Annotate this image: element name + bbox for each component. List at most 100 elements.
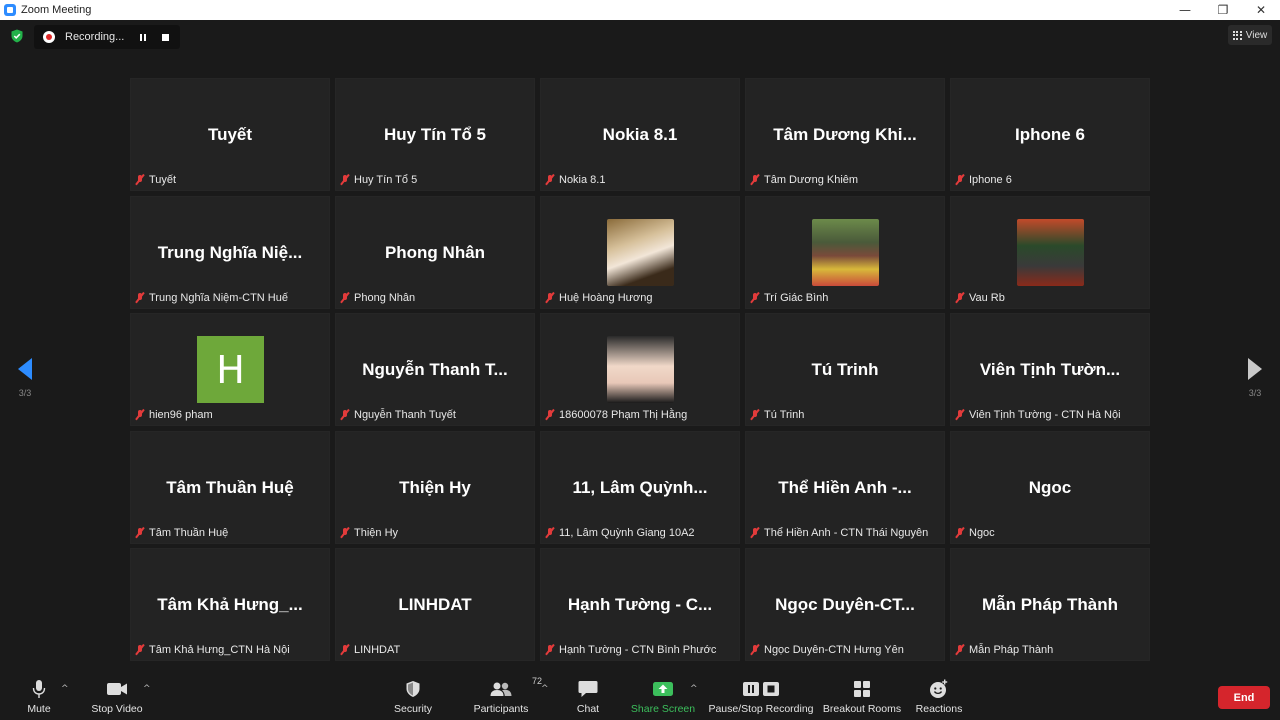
view-button[interactable]: View: [1228, 25, 1272, 45]
participant-display-name: Nokia 8.1: [602, 125, 678, 144]
participants-button[interactable]: 72 Participants: [472, 676, 542, 720]
participant-tile[interactable]: Trí Giác Bình: [745, 195, 945, 309]
participant-name-tag: Huy Tín Tổ 5: [340, 173, 418, 186]
participant-name-tag: hien96 pham: [135, 408, 213, 421]
participant-tile[interactable]: Thiện Hy Thiện Hy: [335, 430, 535, 544]
participant-display-name: Nguyễn Thanh T...: [362, 360, 508, 379]
next-page-button[interactable]: 3/3: [1244, 358, 1266, 398]
end-meeting-button[interactable]: End: [1218, 686, 1270, 709]
minimize-icon[interactable]: —: [1166, 0, 1204, 20]
breakout-rooms-label: Breakout Rooms: [822, 703, 902, 715]
participant-tile[interactable]: 11, Lâm Quỳnh... 11, Lâm Quỳnh Giang 10A2: [540, 430, 740, 544]
participant-name-tag: Tâm Thuần Huệ: [135, 526, 228, 539]
participant-name: Thể Hiền Anh - CTN Thái Nguyên: [764, 526, 929, 539]
muted-mic-icon: [750, 643, 760, 656]
stop-recording-icon[interactable]: [157, 29, 173, 45]
participant-display-name: Tú Trinh: [811, 360, 879, 379]
participant-display-name: Thiện Hy: [399, 477, 471, 497]
participant-tile[interactable]: 18600078 Phạm Thị Hằng: [540, 313, 740, 426]
muted-mic-icon: [955, 643, 965, 656]
chat-bubble-icon: [578, 678, 598, 700]
participant-display-name: Tâm Khả Hưng_...: [157, 595, 303, 614]
security-button[interactable]: Security: [392, 678, 434, 720]
participant-tile[interactable]: Iphone 6 Iphone 6: [950, 78, 1150, 191]
muted-mic-icon: [545, 526, 555, 539]
participant-tile[interactable]: LINHDAT LINHDAT: [335, 548, 535, 661]
video-camera-icon: [106, 678, 128, 700]
reactions-button[interactable]: Reactions: [914, 678, 964, 720]
participant-tile[interactable]: Tâm Khả Hưng_... Tâm Khả Hưng_CTN Hà Nội: [130, 548, 330, 661]
arrow-left-icon: [18, 358, 32, 380]
participant-tile[interactable]: Vau Rb: [950, 195, 1150, 309]
participant-name-tag: Trung Nghĩa Niệm-CTN Huế: [135, 291, 288, 304]
muted-mic-icon: [135, 291, 145, 304]
participant-name-tag: Tâm Khả Hưng_CTN Hà Nội: [135, 643, 290, 656]
participant-name: Nguyễn Thanh Tuyết: [354, 409, 456, 421]
participant-name: hien96 pham: [149, 409, 213, 421]
participant-tile[interactable]: Tâm Dương Khi... Tâm Dương Khiêm: [745, 78, 945, 191]
participant-tile[interactable]: Tú Trinh Tú Trinh: [745, 313, 945, 426]
muted-mic-icon: [955, 408, 965, 421]
share-screen-button[interactable]: Share Screen: [630, 678, 696, 720]
participant-tile[interactable]: Ngọc Duyên-CT... Ngọc Duyên-CTN Hưng Yên: [745, 548, 945, 661]
participant-tile[interactable]: Huệ Hoàng Hương: [540, 195, 740, 309]
participant-avatar: [1017, 218, 1084, 286]
muted-mic-icon: [340, 526, 350, 539]
arrow-right-icon: [1248, 358, 1262, 380]
muted-mic-icon: [545, 643, 555, 656]
participant-name: Huy Tín Tổ 5: [354, 174, 418, 186]
participant-name: Tuyết: [149, 174, 177, 186]
participant-tile[interactable]: Phong Nhân Phong Nhân: [335, 195, 535, 309]
share-options-caret-icon[interactable]: ^: [690, 684, 698, 694]
participant-tile[interactable]: Hạnh Tường - C... Hạnh Tường - CTN Bình P…: [540, 548, 740, 661]
muted-mic-icon: [340, 408, 350, 421]
participant-tile[interactable]: Ngoc Ngoc: [950, 430, 1150, 544]
restore-icon[interactable]: ❐: [1204, 0, 1242, 20]
muted-mic-icon: [545, 408, 555, 421]
close-icon[interactable]: ✕: [1242, 0, 1280, 20]
participant-name: Hạnh Tường - CTN Bình Phước: [559, 644, 717, 656]
participant-name-tag: Huệ Hoàng Hương: [545, 291, 652, 304]
participants-icon: 72: [490, 676, 542, 700]
encryption-shield-icon[interactable]: [10, 29, 24, 43]
pause-stop-recording-label: Pause/Stop Recording: [708, 703, 814, 715]
prev-page-button[interactable]: 3/3: [14, 358, 36, 398]
video-options-caret-icon[interactable]: ^: [143, 684, 151, 694]
participant-name: Viên Tịnh Tường - CTN Hà Nội: [969, 409, 1121, 421]
stop-video-button[interactable]: Stop Video: [90, 678, 144, 720]
participant-display-name: Tâm Dương Khi...: [773, 125, 917, 144]
participant-letter-avatar: H: [197, 336, 264, 403]
participant-name-tag: Nguyễn Thanh Tuyết: [340, 408, 456, 421]
participant-tile[interactable]: Mẫn Pháp Thành Mẫn Pháp Thành: [950, 548, 1150, 661]
page-indicator-left: 3/3: [18, 388, 32, 398]
chat-label: Chat: [576, 703, 600, 715]
participant-tile[interactable]: Tuyết Tuyết: [130, 78, 330, 191]
participant-tile[interactable]: Nokia 8.1 Nokia 8.1: [540, 78, 740, 191]
chat-button[interactable]: Chat: [572, 678, 604, 720]
participant-name: 18600078 Phạm Thị Hằng: [559, 409, 688, 421]
muted-mic-icon: [955, 173, 965, 186]
microphone-icon: [32, 678, 46, 700]
participant-tile[interactable]: Trung Nghĩa Niệ... Trung Nghĩa Niệm-CTN H…: [130, 195, 330, 309]
participants-caret-icon[interactable]: ^: [541, 684, 549, 694]
audio-options-caret-icon[interactable]: ^: [61, 684, 69, 694]
participant-tile[interactable]: Nguyễn Thanh T... Nguyễn Thanh Tuyết: [335, 313, 535, 426]
participant-name-tag: LINHDAT: [340, 643, 400, 656]
participant-tile[interactable]: Huy Tín Tổ 5 Huy Tín Tổ 5: [335, 78, 535, 191]
mute-button[interactable]: Mute: [24, 678, 54, 720]
participant-tile[interactable]: Tâm Thuần Huệ Tâm Thuần Huệ: [130, 430, 330, 544]
share-screen-label: Share Screen: [630, 703, 696, 715]
participant-name-tag: Mẫn Pháp Thành: [955, 643, 1053, 656]
breakout-rooms-button[interactable]: Breakout Rooms: [822, 678, 902, 720]
participant-name-tag: Tú Trinh: [750, 408, 804, 421]
pause-recording-icon[interactable]: [135, 29, 151, 45]
participant-name-tag: Trí Giác Bình: [750, 291, 828, 304]
participant-display-name: Tuyết: [207, 125, 253, 144]
participant-name: Ngoc: [969, 526, 995, 539]
pause-stop-recording-button[interactable]: Pause/Stop Recording: [708, 678, 814, 720]
muted-mic-icon: [545, 173, 555, 186]
participant-tile[interactable]: Hhien96 pham: [130, 313, 330, 426]
participant-tile[interactable]: Thể Hiền Anh -... Thể Hiền Anh - CTN Thái…: [745, 430, 945, 544]
participant-name-tag: Ngoc: [955, 526, 995, 539]
participant-tile[interactable]: Viên Tịnh Tườn... Viên Tịnh Tường - CTN H…: [950, 313, 1150, 426]
